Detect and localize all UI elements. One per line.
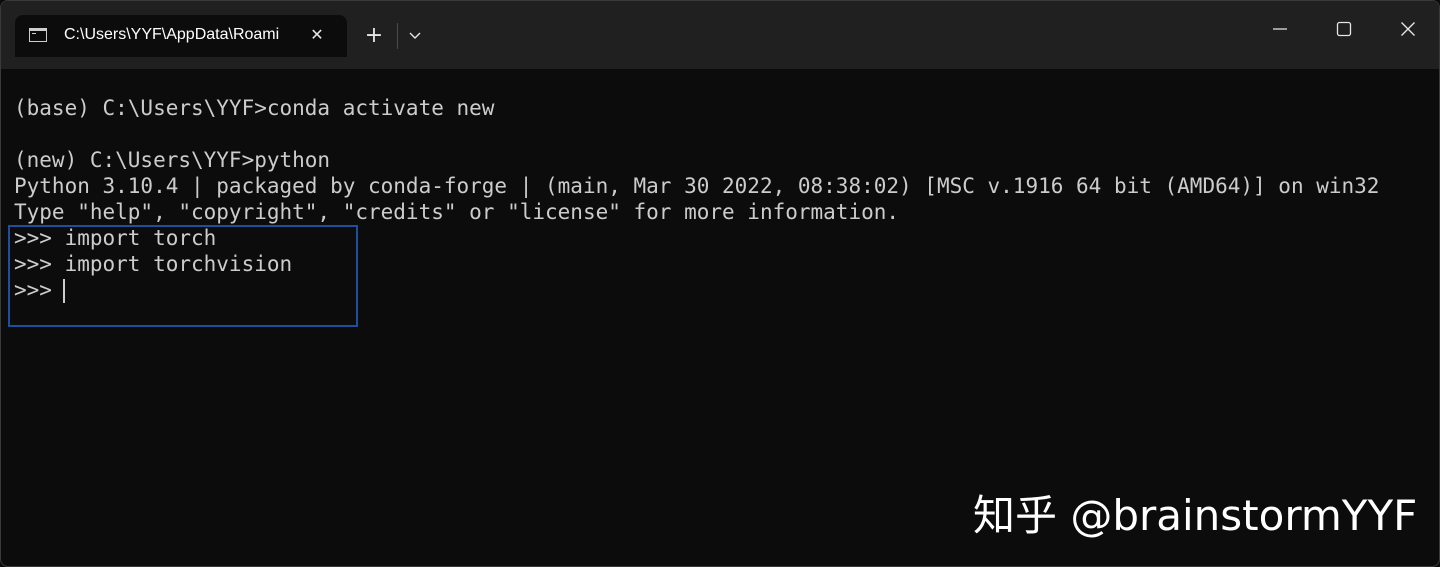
tab-title: C:\Users\YYF\AppData\Roami: [64, 26, 280, 43]
terminal-window: C:\Users\YYF\AppData\Roami ✕ + (base) C:…: [0, 0, 1440, 567]
maximize-icon: [1336, 21, 1352, 37]
highlight-box: [8, 225, 358, 327]
tab-dropdown-button[interactable]: [405, 25, 425, 47]
terminal-icon: [29, 28, 47, 42]
tab-close-button[interactable]: ✕: [306, 24, 328, 46]
terminal-line: (new) C:\Users\YYF>python: [14, 148, 331, 172]
minimize-icon: [1273, 28, 1287, 30]
maximize-button[interactable]: [1321, 11, 1367, 47]
terminal-line: Type "help", "copyright", "credits" or "…: [14, 200, 900, 224]
tab-active[interactable]: C:\Users\YYF\AppData\Roami ✕: [15, 15, 347, 57]
tab-separator: [397, 23, 398, 49]
minimize-button[interactable]: [1257, 11, 1303, 47]
terminal-line: Python 3.10.4 | packaged by conda-forge …: [14, 174, 1380, 198]
terminal-line: (base) C:\Users\YYF>conda activate new: [14, 96, 495, 120]
watermark: 知乎 @brainstormYYF: [973, 491, 1418, 540]
title-bar: C:\Users\YYF\AppData\Roami ✕ +: [1, 1, 1439, 69]
close-icon: [1401, 22, 1415, 36]
chevron-down-icon: [409, 32, 421, 39]
close-window-button[interactable]: [1385, 11, 1431, 47]
new-tab-button[interactable]: +: [361, 23, 387, 49]
